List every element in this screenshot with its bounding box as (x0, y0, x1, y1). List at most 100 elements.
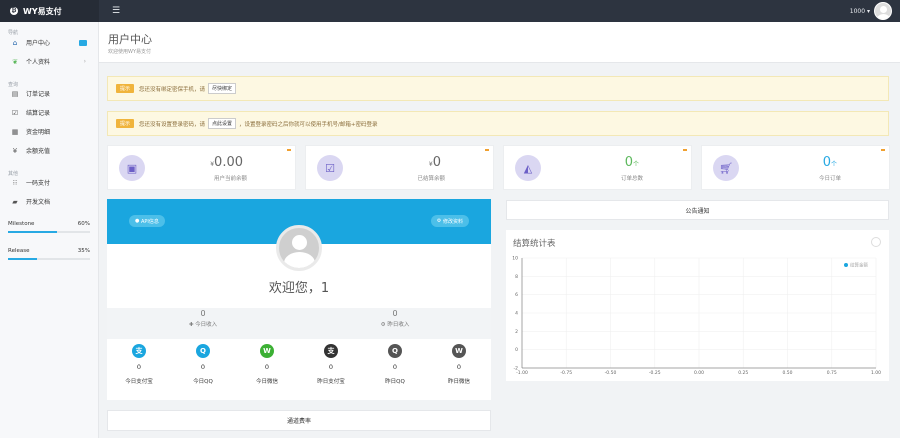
pay-stat: 支 0 昨日支付宝 (299, 344, 363, 385)
page-subtitle: 欢迎使用WY易支付 (108, 49, 151, 55)
sidebar-item-label: 余额充值 (26, 148, 51, 155)
stat-balance: ▣ ¥0.00 用户当前余额 (107, 145, 296, 190)
y-tick-label: 2 (515, 329, 518, 335)
top-bar: ₿ WY易支付 ☰ 1000 ▾ (0, 0, 900, 22)
stat-value: 0个 (624, 155, 639, 170)
x-tick-label: 0.75 (827, 370, 837, 376)
y-tick-label: -2 (514, 366, 519, 372)
menu-toggle-icon[interactable]: ☰ (112, 6, 120, 16)
pay-stat: 支 0 今日支付宝 (107, 344, 171, 385)
alert-tag: 提示 (116, 119, 135, 128)
profile-avatar (276, 225, 322, 271)
user-dropdown[interactable]: 1000 ▾ (850, 8, 870, 15)
sidebar-item-funds[interactable]: ▦ 资金明细 (0, 122, 98, 141)
y-tick-label: 8 (515, 274, 518, 280)
brand[interactable]: ₿ WY易支付 (0, 0, 99, 22)
qq-icon: Q (388, 344, 402, 358)
welcome-text: 欢迎您，1 (268, 281, 330, 296)
qq-icon: Q (196, 344, 210, 358)
sidebar-item-qr-pay[interactable]: ⁝⁝ 一码支付 (0, 173, 98, 192)
notice-button[interactable]: 公告通知 (506, 200, 889, 220)
cart-icon: 🛒︎ (713, 155, 739, 181)
sidebar-item-recharge[interactable]: ¥ 余额充值 (0, 141, 98, 160)
brand-name: WY易支付 (23, 6, 62, 16)
corner-marker (485, 149, 489, 151)
today-income: 0 ✚ 今日收入 (188, 309, 218, 328)
stat-settled: ☑ ¥0 已结算余额 (305, 145, 494, 190)
stat-value: 0个 (822, 155, 837, 170)
x-tick-label: 0.00 (694, 370, 704, 376)
stat-value: ¥0 (428, 155, 441, 170)
payment-stats: 支 0 今日支付宝 Q 0 今日QQ W 0 今日微信 支 0 昨日支付宝 Q … (107, 344, 491, 385)
alert-tag: 提示 (116, 84, 135, 93)
alipay-icon: 支 (132, 344, 146, 358)
progress-release: Release 35% (0, 248, 98, 260)
leaf-icon: ❦ (12, 57, 18, 66)
wechat-icon: W (260, 344, 274, 358)
settlement-chart: -1.00 -0.75 -0.50 -0.25 0.00 0.25 0.50 0.75 1.00… (506, 230, 889, 381)
income-row: 0 ✚ 今日收入 0 ⚙ 昨日收入 (107, 308, 491, 339)
stat-today-orders: 🛒︎ 0个 今日订单 (701, 145, 890, 190)
bind-phone-button[interactable]: 尽快绑定 (208, 83, 237, 94)
chevron-right-icon: › (83, 58, 86, 65)
area-chart-icon: ◭ (515, 155, 541, 181)
progress-value: 60% (77, 221, 90, 227)
edit-profile-button[interactable]: ⚙ 修改资料 (430, 215, 469, 227)
x-tick-label: -0.50 (605, 370, 617, 376)
pay-stat: W 0 今日微信 (235, 344, 299, 385)
corner-marker (287, 149, 291, 151)
sidebar-item-label: 用户中心 (26, 40, 51, 47)
pay-stat: Q 0 昨日QQ (363, 344, 427, 385)
stat-label: 用户当前余额 (213, 176, 247, 182)
user-menu[interactable]: 1000 ▾ (850, 0, 892, 22)
chart-title: 结算统计表 (513, 239, 556, 249)
corner-marker (881, 149, 885, 151)
y-tick-label: 0 (515, 347, 518, 353)
qrcode-icon: ⁝⁝ (12, 178, 18, 187)
sidebar-item-orders[interactable]: ▤ 订单记录 (0, 84, 98, 103)
alert-set-password: 提示 您还没有设置登录密码，请 点此设置 ，设置登录密码之后你就可以使用手机号/… (107, 111, 889, 136)
sidebar-item-settlements[interactable]: ☑ 结算记录 (0, 103, 98, 122)
yesterday-income: 0 ⚙ 昨日收入 (380, 309, 410, 328)
chart-toggle[interactable] (871, 237, 881, 247)
table-icon: ▦ (11, 127, 19, 136)
yen-icon: ¥ (12, 146, 18, 155)
set-password-button[interactable]: 点此设置 (208, 118, 237, 129)
alert-text: 您还没有绑定密保手机，请 (139, 86, 206, 93)
stat-label: 订单总数 (620, 176, 643, 182)
sidebar-item-label: 资金明细 (26, 129, 51, 136)
sidebar-item-docs[interactable]: ▰ 开发文档 (0, 192, 98, 211)
x-tick-label: 1.00 (871, 370, 881, 376)
stat-order-total: ◭ 0个 订单总数 (503, 145, 692, 190)
bitcoin-icon: ₿ (10, 7, 18, 15)
sidebar-item-label: 开发文档 (26, 199, 51, 206)
sidebar-item-label: 个人资料 (26, 59, 51, 66)
y-tick-label: 10 (512, 256, 518, 262)
sidebar: 导航 ⌂ 用户中心 ❦ 个人资料 › 查询 ▤ 订单记录 ☑ 结算记录 ▦ 资金… (0, 22, 99, 438)
sidebar-item-profile[interactable]: ❦ 个人资料 › (0, 52, 98, 71)
avatar[interactable] (874, 2, 892, 20)
alipay-icon: 支 (324, 344, 338, 358)
page-title: 用户中心 (108, 33, 152, 46)
stat-value: ¥0.00 (210, 155, 243, 170)
y-tick-label: 6 (515, 292, 518, 298)
x-tick-label: -0.75 (560, 370, 572, 376)
pay-stat: W 0 昨日微信 (427, 344, 491, 385)
chart-canvas: -1.00 -0.75 -0.50 -0.25 0.00 0.25 0.50 0.75 1.00… (512, 256, 881, 377)
profile-card: ● API信息 ⚙ 修改资料 欢迎您，1 0 ✚ 今日收入 0 ⚙ 昨日收入 支… (107, 199, 491, 400)
home-icon: ⌂ (12, 38, 18, 47)
page-header: 用户中心 欢迎使用WY易支付 (99, 22, 900, 63)
check-square-icon: ☑ (317, 155, 343, 181)
list-icon: ▤ (11, 89, 19, 98)
progress-value: 35% (77, 248, 90, 254)
x-tick-label: -0.25 (649, 370, 661, 376)
channel-rates-button[interactable]: 通道费率 (107, 410, 491, 431)
pay-stat: Q 0 今日QQ (171, 344, 235, 385)
progress-bar (8, 258, 37, 260)
x-tick-label: 0.50 (782, 370, 792, 376)
sidebar-item-label: 结算记录 (26, 110, 51, 117)
sidebar-item-user-center[interactable]: ⌂ 用户中心 (0, 33, 98, 52)
sidebar-item-label: 一码支付 (26, 180, 51, 187)
api-info-button[interactable]: ● API信息 (129, 215, 165, 227)
alert-bind-phone: 提示 您还没有绑定密保手机，请 尽快绑定 (107, 76, 889, 101)
